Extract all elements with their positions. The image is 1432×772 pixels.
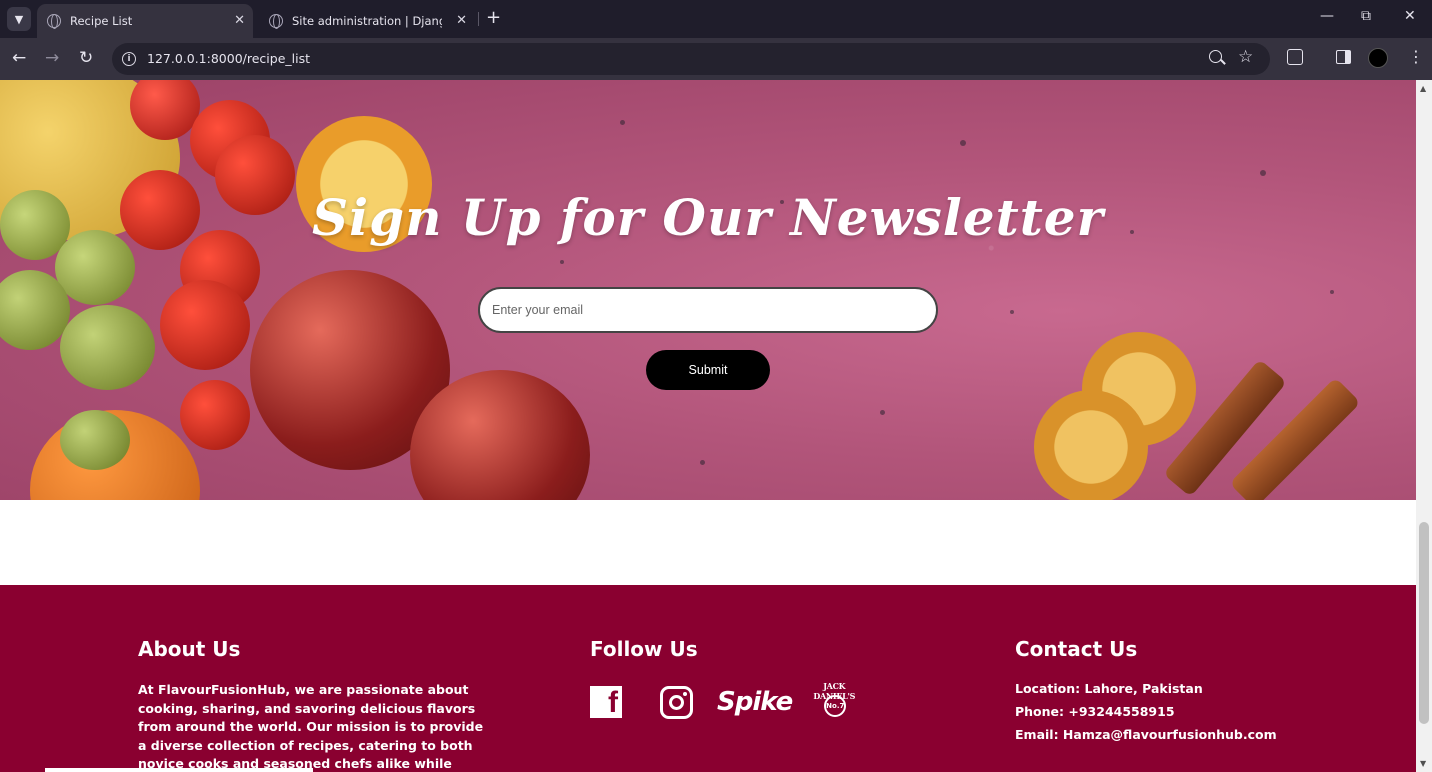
contact-location: Location: Lahore, Pakistan — [1015, 681, 1203, 696]
tab-title: Recipe List — [70, 14, 133, 28]
vertical-scrollbar[interactable]: ▲ ▼ — [1416, 80, 1432, 772]
jack-daniels-badge: No.7 — [824, 695, 847, 717]
facebook-icon[interactable]: f — [590, 686, 622, 718]
extensions-icon[interactable] — [1287, 49, 1303, 65]
url-text[interactable]: 127.0.0.1:8000/recipe_list — [147, 51, 310, 66]
tab-django-admin[interactable]: Site administration | Django site admin … — [259, 4, 475, 38]
back-button[interactable]: ← — [12, 48, 26, 68]
newsletter-email-input[interactable] — [478, 287, 938, 333]
scroll-thumb[interactable] — [1419, 522, 1429, 724]
site-footer: About Us At FlavourFusionHub, we are pas… — [0, 585, 1416, 772]
footer-about: About Us At FlavourFusionHub, we are pas… — [138, 637, 486, 772]
bookmark-star-icon[interactable]: ☆ — [1238, 47, 1253, 67]
about-text: At FlavourFusionHub, we are passionate a… — [138, 682, 484, 771]
address-bar[interactable]: i 127.0.0.1:8000/recipe_list ☆ — [112, 43, 1270, 75]
browser-toolbar: ← → ↻ i 127.0.0.1:8000/recipe_list ☆ ⋮ — [0, 38, 1432, 80]
spike-icon[interactable]: Spike — [717, 687, 793, 717]
site-info-icon[interactable]: i — [122, 52, 136, 66]
browser-tab-bar: ▼ Recipe List ✕ Site administration | Dj… — [0, 0, 1432, 38]
scroll-down-arrow-icon[interactable]: ▼ — [1420, 759, 1426, 768]
newsletter-section: Sign Up for Our Newsletter Submit — [0, 80, 1416, 500]
contact-phone: Phone: +93244558915 — [1015, 704, 1175, 719]
instagram-icon[interactable] — [660, 685, 693, 719]
newsletter-submit-button[interactable]: Submit — [646, 350, 770, 390]
restore-button[interactable]: ⧉ — [1361, 8, 1371, 24]
chevron-down-icon: ▼ — [14, 12, 24, 26]
tab-separator — [478, 12, 479, 26]
tab-recipe-list[interactable]: Recipe List ✕ — [37, 4, 253, 38]
footer-follow: Follow Us f Spike JACK DANIEL'S No.7 — [590, 637, 858, 723]
forward-button[interactable]: → — [45, 48, 59, 68]
close-tab-icon[interactable]: ✕ — [234, 13, 245, 28]
page-viewport: Sign Up for Our Newsletter Submit About … — [0, 80, 1416, 772]
tab-title: Site administration | Django site admin — [292, 14, 442, 28]
close-tab-icon[interactable]: ✕ — [456, 13, 467, 28]
newsletter-title: Sign Up for Our Newsletter — [312, 188, 1104, 247]
jack-daniels-icon[interactable]: JACK DANIEL'S No.7 — [810, 681, 858, 723]
new-tab-button[interactable]: + — [486, 8, 501, 28]
reload-button[interactable]: ↻ — [79, 48, 93, 68]
globe-icon — [47, 14, 61, 29]
social-links: f Spike JACK DANIEL'S No.7 — [590, 681, 858, 723]
scroll-up-arrow-icon[interactable]: ▲ — [1420, 84, 1426, 93]
zoom-icon[interactable] — [1209, 50, 1222, 63]
footer-contact: Contact Us Location: Lahore, Pakistan Ph… — [1015, 637, 1277, 746]
profile-avatar[interactable] — [1368, 48, 1388, 68]
horizontal-scroll-indicator — [45, 768, 313, 772]
follow-heading: Follow Us — [590, 637, 698, 661]
tab-search-button[interactable]: ▼ — [7, 7, 31, 31]
about-heading: About Us — [138, 637, 241, 661]
close-window-button[interactable]: ✕ — [1404, 8, 1416, 24]
browser-menu-icon[interactable]: ⋮ — [1408, 47, 1424, 67]
globe-icon — [269, 14, 283, 29]
side-panel-icon[interactable] — [1336, 50, 1351, 64]
contact-email[interactable]: Email: Hamza@flavourfusionhub.com — [1015, 723, 1277, 746]
minimize-button[interactable]: — — [1320, 8, 1334, 24]
contact-heading: Contact Us — [1015, 637, 1138, 661]
